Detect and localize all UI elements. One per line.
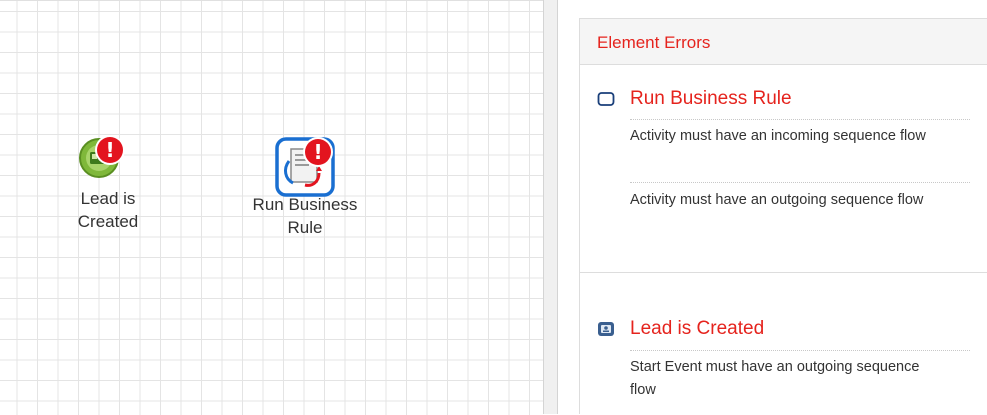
node-label-line: Lead is [80, 189, 136, 208]
error-group-title[interactable]: Lead is Created [630, 317, 764, 341]
node-label-line: Rule [287, 218, 323, 237]
start-event-icon [598, 322, 614, 336]
start-event-node[interactable]: ! Lead is Created [60, 137, 156, 241]
panel-top-strip [558, 0, 987, 8]
error-badge-icon: ! [305, 139, 331, 165]
group-divider [580, 272, 987, 273]
business-rule-task-node[interactable]: ! Run Business Rule [230, 137, 380, 279]
error-message: Activity must have an outgoing sequence … [630, 192, 924, 208]
error-message: Activity must have an incoming sequence … [630, 128, 926, 144]
error-message: Start Event must have an outgoing sequen… [630, 359, 920, 398]
node-label: Run Business Rule [230, 193, 380, 239]
divider [630, 182, 970, 183]
divider [630, 350, 970, 351]
process-canvas[interactable]: ! Lead is Created ! Run Business Rule [0, 0, 543, 415]
task-square-icon [597, 92, 615, 106]
node-label-line: Created [77, 212, 139, 231]
panel-title: Element Errors [580, 19, 987, 65]
error-badge-icon: ! [97, 137, 123, 163]
error-group-title[interactable]: Run Business Rule [630, 87, 792, 111]
element-errors-panel: Element Errors Run Business Rule Activit… [579, 18, 987, 414]
panel-splitter[interactable] [543, 0, 558, 414]
node-label: Lead is Created [60, 187, 156, 233]
divider [630, 119, 970, 120]
node-label-line: Run Business [252, 195, 358, 214]
